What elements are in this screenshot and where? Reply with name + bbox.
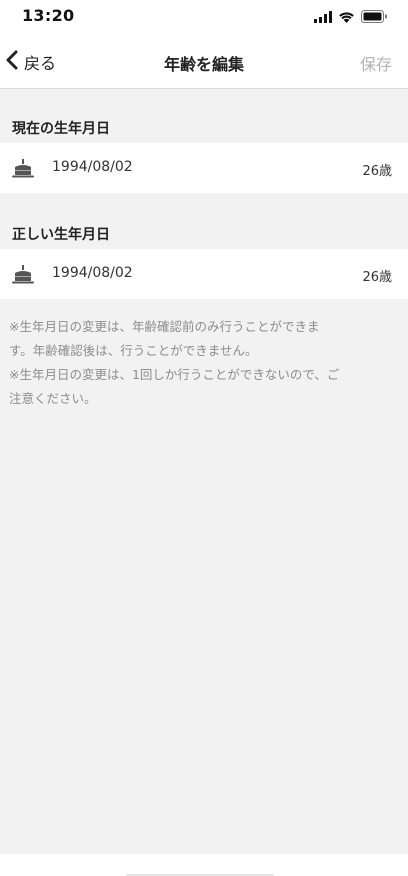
- note-line: 注意ください。: [9, 391, 97, 406]
- current-age: 26歳: [362, 164, 392, 179]
- note-line: ※生年月日の変更は、1回しか行うことができないので、ご: [9, 367, 340, 382]
- birthday-cake-icon: [12, 158, 34, 182]
- correct-birthday-date[interactable]: 1994/08/02: [52, 265, 133, 281]
- status-bar: 13:20: [0, 0, 408, 36]
- status-time: 13:20: [22, 6, 75, 25]
- current-birthday-row: 1994/08/02 26歳: [0, 143, 408, 193]
- wifi-icon: [338, 8, 355, 27]
- correct-age: 26歳: [362, 270, 392, 285]
- save-button[interactable]: 保存: [360, 51, 392, 75]
- note-line: ※生年月日の変更は、年齢確認前のみ行うことができま: [9, 319, 320, 334]
- battery-icon: [361, 8, 388, 27]
- birthday-cake-icon: [12, 264, 34, 288]
- correct-birthday-row[interactable]: 1994/08/02 26歳: [0, 249, 408, 299]
- navigation-bar: 戻る 年齢を編集 保存: [0, 36, 408, 89]
- note-line: す。年齢確認後は、行うことができません。: [9, 343, 258, 358]
- correct-birthday-header: 正しい生年月日: [12, 227, 110, 243]
- status-icons: [314, 8, 388, 27]
- signal-icon: [314, 8, 332, 27]
- current-birthday-header: 現在の生年月日: [12, 121, 110, 137]
- page-title: 年齢を編集: [163, 55, 244, 74]
- notes: ※生年月日の変更は、年齢確認前のみ行うことができま す。年齢確認後は、行うことが…: [9, 315, 401, 411]
- current-birthday-date: 1994/08/02: [52, 159, 133, 175]
- bottom-area: [0, 854, 408, 876]
